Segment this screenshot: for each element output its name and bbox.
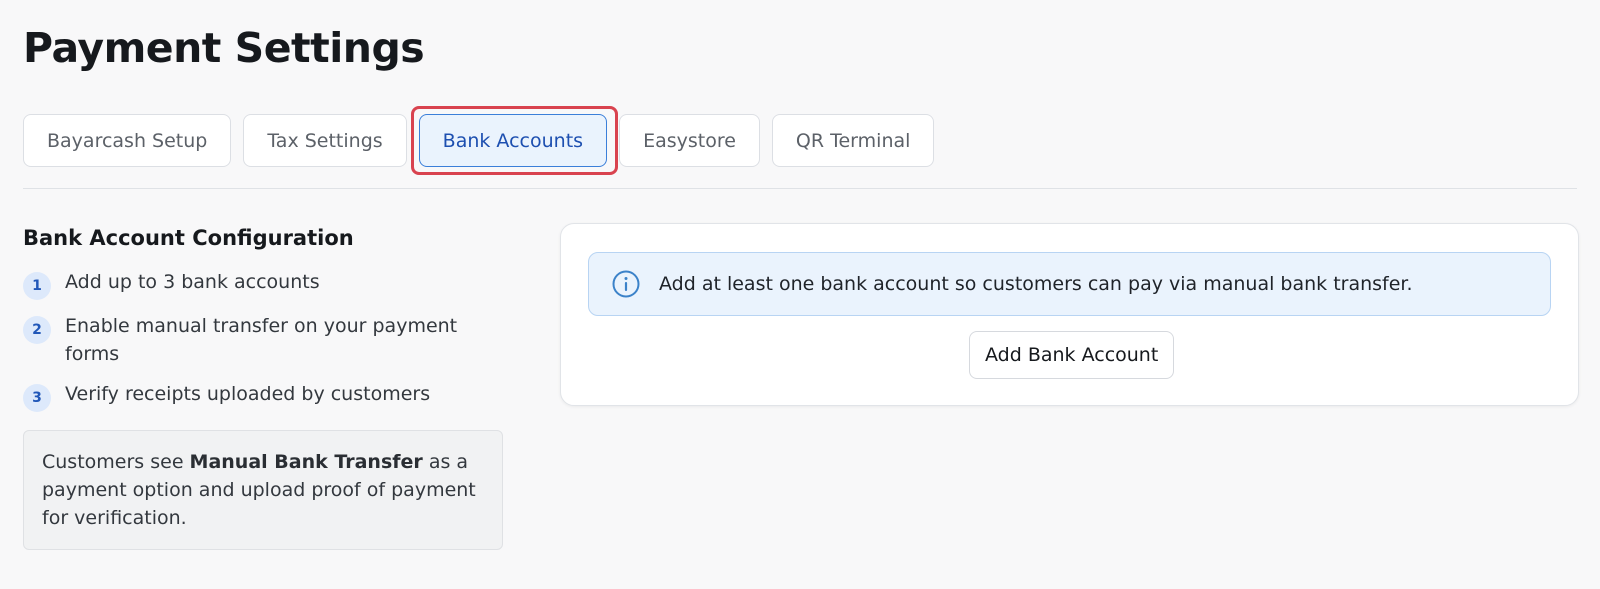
bank-account-configuration-panel: Bank Account Configuration 1 Add up to 3… (23, 226, 503, 550)
info-alert-text: Add at least one bank account so custome… (659, 273, 1413, 295)
step-text: Enable manual transfer on your payment f… (65, 315, 458, 365)
step-item: 3 Verify receipts uploaded by customers (23, 380, 503, 412)
tab-tax-settings[interactable]: Tax Settings (243, 114, 407, 167)
tab-bayarcash-setup[interactable]: Bayarcash Setup (23, 114, 232, 167)
section-title: Bank Account Configuration (23, 226, 354, 250)
page-title: Payment Settings (23, 24, 425, 72)
step-item: 1 Add up to 3 bank accounts (23, 268, 503, 300)
tabs-divider (23, 188, 1577, 189)
note-prefix: Customers see (42, 451, 190, 473)
bank-accounts-card: Add at least one bank account so custome… (560, 223, 1579, 406)
step-text: Verify receipts uploaded by customers (65, 383, 431, 405)
tab-qr-terminal[interactable]: QR Terminal (771, 114, 935, 167)
step-text: Add up to 3 bank accounts (65, 271, 320, 293)
step-number-badge: 3 (23, 384, 51, 412)
step-number-badge: 1 (23, 272, 51, 300)
settings-tabs: Bayarcash Setup Tax Settings Bank Accoun… (23, 114, 935, 167)
note-highlight: Manual Bank Transfer (189, 451, 423, 473)
steps-list: 1 Add up to 3 bank accounts 2 Enable man… (23, 268, 503, 412)
manual-transfer-note: Customers see Manual Bank Transfer as a … (23, 430, 503, 550)
tab-easystore[interactable]: Easystore (619, 114, 760, 167)
add-bank-account-button[interactable]: Add Bank Account (969, 331, 1175, 379)
info-icon (611, 269, 641, 299)
payment-settings-page: Payment Settings Bayarcash Setup Tax Set… (0, 0, 1600, 589)
step-number-badge: 2 (23, 316, 51, 344)
info-alert: Add at least one bank account so custome… (588, 252, 1551, 316)
tab-bank-accounts[interactable]: Bank Accounts (418, 114, 608, 167)
step-item: 2 Enable manual transfer on your payment… (23, 312, 503, 368)
